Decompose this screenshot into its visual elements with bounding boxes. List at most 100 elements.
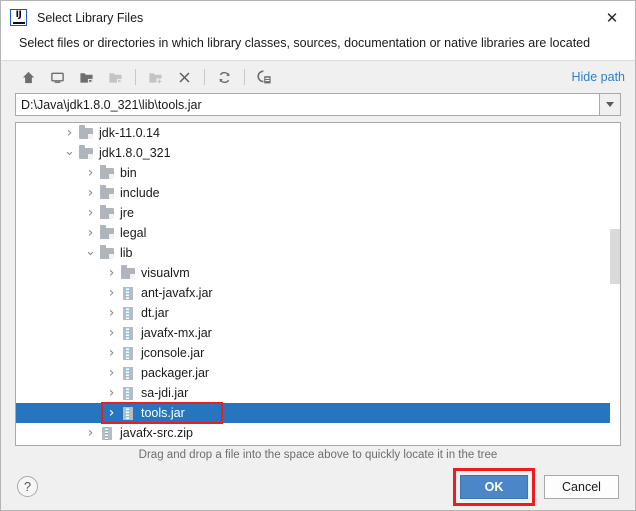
- close-icon[interactable]: ✕: [589, 1, 635, 34]
- refresh-icon[interactable]: [211, 65, 237, 89]
- toolbar-separator-3: [244, 69, 245, 85]
- tree-row[interactable]: › sa-jdi.jar: [16, 383, 620, 403]
- chevron-right-icon[interactable]: ›: [104, 345, 119, 361]
- tree-row[interactable]: › javafx-src.zip: [16, 423, 620, 443]
- project-folder-icon[interactable]: [73, 65, 99, 89]
- chevron-right-icon[interactable]: ›: [104, 265, 119, 281]
- folder-icon: [98, 165, 116, 179]
- chevron-down-icon: [606, 102, 614, 107]
- chevron-right-icon[interactable]: ›: [104, 365, 119, 381]
- toolbar: Hide path: [1, 61, 635, 93]
- tree-row[interactable]: › bin: [16, 163, 620, 183]
- subtitle-bar: Select files or directories in which lib…: [1, 34, 635, 61]
- tree-row[interactable]: › visualvm: [16, 263, 620, 283]
- folder-icon-glyph: [121, 265, 135, 279]
- footer-buttons: OK Cancel: [453, 467, 619, 506]
- cancel-button[interactable]: Cancel: [544, 474, 619, 499]
- tree-row[interactable]: › jconsole.jar: [16, 343, 620, 363]
- folder-icon: [119, 265, 137, 279]
- chevron-right-icon[interactable]: ›: [104, 385, 119, 401]
- jar-file-icon-glyph: [123, 346, 133, 360]
- tree-row-label: tools.jar: [141, 406, 185, 420]
- tree-row[interactable]: ⌄ lib: [16, 243, 620, 263]
- jar-file-icon-glyph: [123, 366, 133, 380]
- tree-scrollbar-thumb[interactable]: [610, 229, 620, 284]
- chevron-right-icon[interactable]: ›: [83, 425, 98, 441]
- file-tree[interactable]: › jdk-11.0.14 ⌄ jdk1.8.0_321 › bin › include › jr…: [16, 123, 620, 445]
- jar-file-icon: [119, 306, 137, 320]
- tree-row[interactable]: › include: [16, 183, 620, 203]
- home-icon[interactable]: [15, 65, 41, 89]
- tree-row[interactable]: › packager.jar: [16, 363, 620, 383]
- drag-drop-hint: Drag and drop a file into the space abov…: [138, 449, 498, 461]
- tree-row-label: dt.jar: [141, 306, 169, 320]
- hide-path-link[interactable]: Hide path: [571, 70, 625, 84]
- tree-row-label: ant-javafx.jar: [141, 286, 213, 300]
- tree-row-label: include: [120, 186, 160, 200]
- tree-row[interactable]: › legal: [16, 223, 620, 243]
- footer: ? OK Cancel: [1, 463, 635, 510]
- folder-icon: [77, 125, 95, 139]
- chevron-right-icon[interactable]: ›: [83, 205, 98, 221]
- jar-file-icon-glyph: [123, 386, 133, 400]
- folder-icon-glyph: [100, 165, 114, 179]
- jar-file-icon: [119, 286, 137, 300]
- desktop-icon[interactable]: [44, 65, 70, 89]
- tree-scrollbar[interactable]: [610, 123, 620, 445]
- zip-file-icon-glyph: [102, 426, 112, 440]
- tree-row-label: javafx-mx.jar: [141, 326, 212, 340]
- tree-row[interactable]: › jre: [16, 203, 620, 223]
- tree-row-label: jdk-11.0.14: [99, 126, 160, 140]
- select-library-files-dialog: IJ Select Library Files ✕ Select files o…: [0, 0, 636, 511]
- folder-icon-glyph: [79, 145, 93, 159]
- dialog-subtitle: Select files or directories in which lib…: [19, 36, 591, 50]
- ok-button[interactable]: OK: [460, 474, 528, 499]
- chevron-right-icon[interactable]: ›: [104, 325, 119, 341]
- show-hidden-files-icon[interactable]: [251, 65, 277, 89]
- folder-icon-glyph: [100, 185, 114, 199]
- folder-icon: [98, 245, 116, 259]
- page-title: Select Library Files: [37, 10, 144, 25]
- folder-icon: [98, 185, 116, 199]
- folder-icon: [98, 205, 116, 219]
- module-folder-icon: [102, 65, 128, 89]
- intellij-idea-icon: IJ: [10, 9, 27, 26]
- chevron-right-icon[interactable]: ›: [62, 125, 77, 141]
- path-row: D:\Java\jdk1.8.0_321\lib\tools.jar: [1, 93, 635, 116]
- chevron-right-icon[interactable]: ›: [83, 165, 98, 181]
- tree-row-label: legal: [120, 226, 147, 240]
- tree-row-label: jre: [120, 206, 134, 220]
- tree-row[interactable]: › jdk-11.0.14: [16, 123, 620, 143]
- ok-button-annotation: OK: [453, 467, 535, 506]
- tree-row-label: javafx-src.zip: [120, 426, 193, 440]
- tree-row-label: jdk1.8.0_321: [99, 146, 171, 160]
- tree-row[interactable]: › javafx-mx.jar: [16, 323, 620, 343]
- delete-icon[interactable]: [171, 65, 197, 89]
- folder-icon-glyph: [79, 125, 93, 139]
- zip-file-icon: [98, 426, 116, 440]
- chevron-right-icon[interactable]: ›: [83, 225, 98, 241]
- help-button[interactable]: ?: [17, 476, 38, 497]
- toolbar-separator-2: [204, 69, 205, 85]
- chevron-right-icon[interactable]: ›: [83, 185, 98, 201]
- jar-file-icon-glyph: [123, 306, 133, 320]
- tree-row[interactable]: › ant-javafx.jar: [16, 283, 620, 303]
- chevron-right-icon[interactable]: ›: [104, 285, 119, 301]
- tree-row[interactable]: › tools.jar: [16, 403, 620, 423]
- path-input[interactable]: D:\Java\jdk1.8.0_321\lib\tools.jar: [15, 93, 599, 116]
- jar-file-icon: [119, 326, 137, 340]
- folder-icon-glyph: [100, 205, 114, 219]
- jar-file-icon: [119, 366, 137, 380]
- tree-row-label: packager.jar: [141, 366, 210, 380]
- chevron-down-icon[interactable]: ⌄: [62, 144, 77, 159]
- chevron-down-icon[interactable]: ⌄: [83, 244, 98, 259]
- jar-file-icon: [119, 406, 137, 420]
- new-folder-icon: [142, 65, 168, 89]
- chevron-right-icon[interactable]: ›: [104, 405, 119, 421]
- chevron-right-icon[interactable]: ›: [104, 305, 119, 321]
- tree-row[interactable]: › dt.jar: [16, 303, 620, 323]
- path-dropdown-button[interactable]: [599, 93, 621, 116]
- folder-icon-glyph: [100, 245, 114, 259]
- tree-row[interactable]: ⌄ jdk1.8.0_321: [16, 143, 620, 163]
- toolbar-separator-1: [135, 69, 136, 85]
